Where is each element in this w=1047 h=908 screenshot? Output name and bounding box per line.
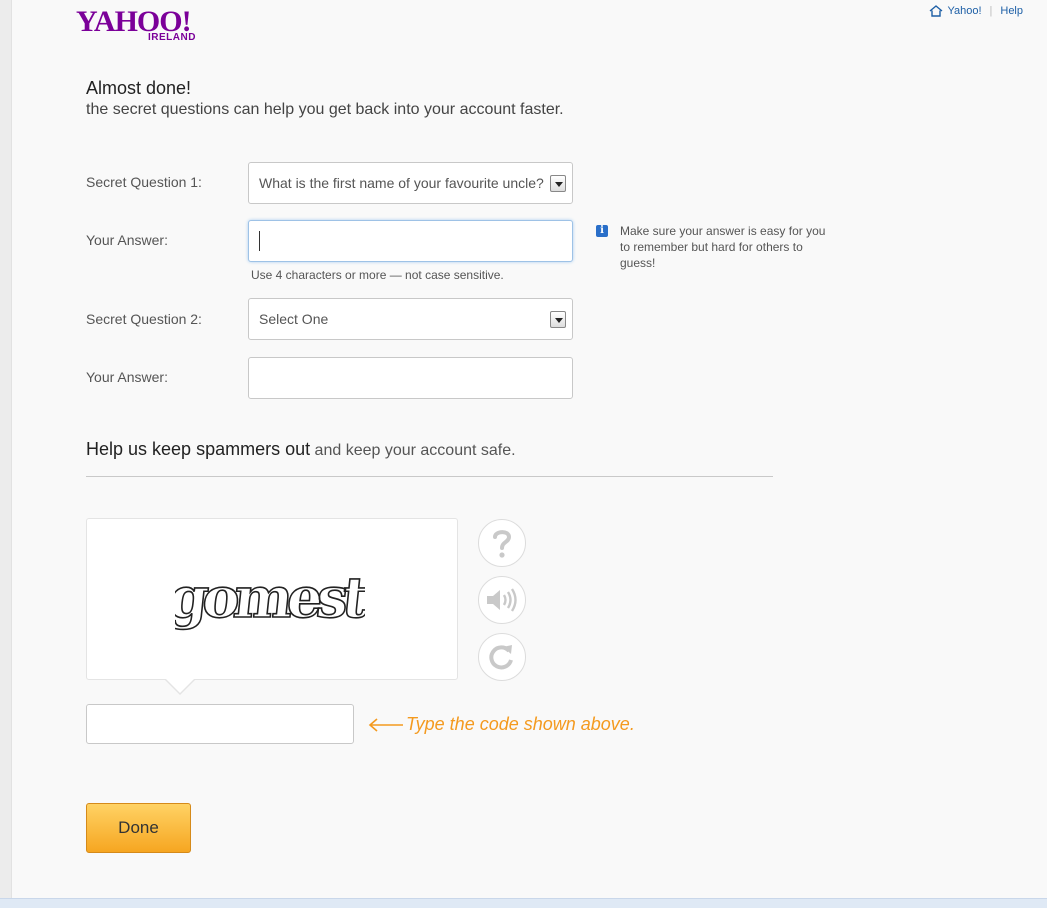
answer-tip: Make sure your answer is easy for you to… [620,224,826,270]
secret-question-1-select[interactable]: What is the first name of your favourite… [248,162,573,204]
chevron-down-icon[interactable] [550,311,566,328]
captcha-heading-strong: Help us keep spammers out [86,439,311,459]
arrow-left-icon [368,717,403,732]
secret-question-2-label: Secret Question 2: [86,311,202,327]
section-divider [86,476,773,477]
audio-icon [487,588,517,612]
page-title: Almost done! [86,78,192,98]
bottom-status-bar [0,898,1047,908]
answer-2-input[interactable] [248,357,573,399]
answer-1-label: Your Answer: [86,232,168,248]
answer-2-label: Your Answer: [86,369,168,385]
secret-question-2-select[interactable]: Select One [248,298,573,340]
top-links: Yahoo! | Help [929,5,1023,17]
left-margin-strip [0,0,12,898]
captcha-code-text: gomest [175,565,365,631]
refresh-icon [489,645,513,670]
captcha-audio-button[interactable] [478,576,526,624]
captcha-heading-rest: and keep your account safe. [310,442,516,459]
captcha-heading: Help us keep spammers out and keep your … [86,439,516,460]
info-icon: i [596,225,608,237]
secret-question-2-value: Select One [259,311,329,327]
chevron-down-icon[interactable] [550,175,566,192]
answer-1-input[interactable] [248,220,573,262]
logo-region-label: IRELAND [148,32,196,43]
captcha-help-button[interactable] [478,519,526,567]
captcha-image: gomest [175,564,365,631]
captcha-refresh-button[interactable] [478,633,526,681]
captcha-pointer [166,679,194,693]
done-button[interactable]: Done [86,803,191,853]
secret-question-1-label: Secret Question 1: [86,174,202,190]
captcha-code-hint-text: Type the code shown above. [406,714,635,734]
help-link[interactable]: Help [1000,5,1023,17]
link-separator: | [989,5,993,17]
yahoo-home-link[interactable]: Yahoo! [947,5,981,17]
secret-question-1-value: What is the first name of your favourite… [259,175,544,191]
page-subtitle: the secret questions can help you get ba… [86,101,564,118]
captcha-image-box: gomest [86,518,458,680]
answer-1-hint: Use 4 characters or more — not case sens… [251,268,504,282]
home-icon[interactable] [929,5,943,17]
help-icon [493,530,512,558]
captcha-code-hint: Type the code shown above. [368,714,635,735]
text-caret [259,231,260,251]
captcha-code-input[interactable] [86,704,354,744]
